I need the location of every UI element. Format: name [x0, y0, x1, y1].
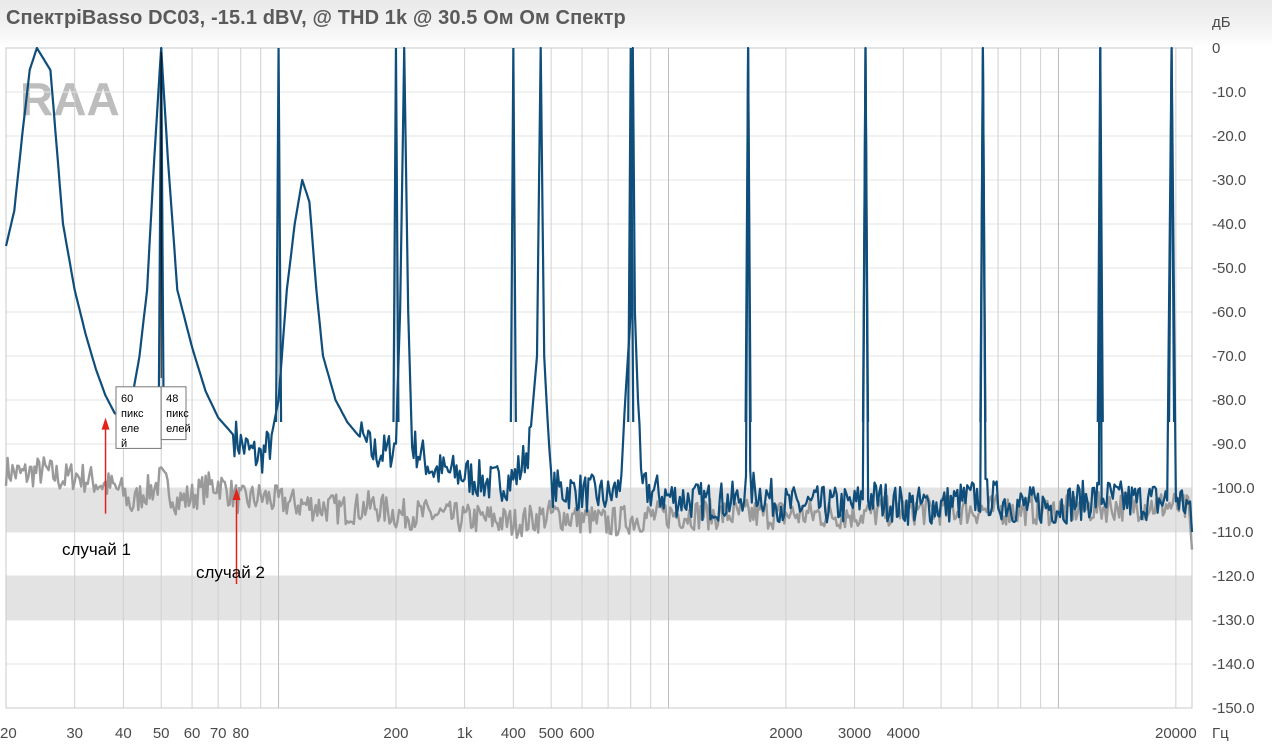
- y-tick-4: -40.0: [1212, 216, 1246, 233]
- annotation-arrow-head-1: [101, 417, 110, 430]
- x-tick-3: 50: [153, 725, 170, 742]
- y-tick-12: -120.0: [1212, 568, 1255, 585]
- y-tick-10: -100.0: [1212, 480, 1255, 497]
- x-tick-5: 70: [210, 725, 227, 742]
- measure-left-line-1: пикс: [121, 408, 144, 420]
- x-tick-15: 20000: [1155, 725, 1197, 742]
- x-tick-6: 80: [232, 725, 249, 742]
- y-tick-6: -60.0: [1212, 304, 1246, 321]
- y-tick-3: -30.0: [1212, 172, 1246, 189]
- series-layer: [4, 46, 1194, 550]
- watermark-logo: RAA: [20, 73, 120, 125]
- x-tick-11: 600: [569, 725, 594, 742]
- measure-right-line-2: елей: [166, 423, 190, 435]
- y-tick-11: -110.0: [1212, 524, 1253, 541]
- x-tick-14: 4000: [887, 725, 920, 742]
- measure-right-line-1: пикс: [166, 408, 189, 420]
- y-tick-7: -70.0: [1212, 348, 1246, 365]
- y-tick-8: -80.0: [1212, 392, 1246, 409]
- x-tick-0: 20: [0, 725, 17, 742]
- x-tick-4: 60: [184, 725, 201, 742]
- series-line-0: [4, 46, 1194, 533]
- measure-left-line-0: 60: [121, 393, 133, 405]
- x-tick-12: 2000: [769, 725, 802, 742]
- shaded-band-1: [6, 576, 1192, 620]
- y-tick-9: -90.0: [1212, 436, 1246, 453]
- y-tick-2: -20.0: [1212, 128, 1246, 145]
- spectrum-chart: RAA случай 1случай 260пикселей48пикселей…: [0, 14, 1255, 742]
- y-tick-15: -150.0: [1212, 700, 1255, 717]
- peak-9: [1167, 47, 1176, 423]
- x-tick-13: 3000: [838, 725, 871, 742]
- x-tick-1: 30: [66, 725, 83, 742]
- measure-left-line-3: й: [121, 438, 127, 450]
- x-tick-9: 400: [501, 725, 526, 742]
- y-tick-5: -50.0: [1212, 260, 1246, 277]
- x-tick-8: 1k: [457, 725, 473, 742]
- x-tick-7: 200: [383, 725, 408, 742]
- y-tick-1: -10.0: [1212, 84, 1246, 101]
- measure-right-line-0: 48: [166, 393, 178, 405]
- y-tick-0: 0: [1212, 40, 1220, 57]
- x-unit-label: Гц: [1212, 725, 1229, 742]
- y-tick-14: -140.0: [1212, 656, 1255, 673]
- y-tick-13: -130.0: [1212, 612, 1255, 629]
- x-tick-10: 500: [539, 725, 564, 742]
- annotation-label-1: случай 1: [62, 540, 131, 559]
- x-tick-2: 40: [115, 725, 132, 742]
- measure-left-line-2: еле: [121, 423, 139, 435]
- annotation-label-2: случай 2: [196, 563, 265, 582]
- y-unit-label: дБ: [1212, 14, 1231, 31]
